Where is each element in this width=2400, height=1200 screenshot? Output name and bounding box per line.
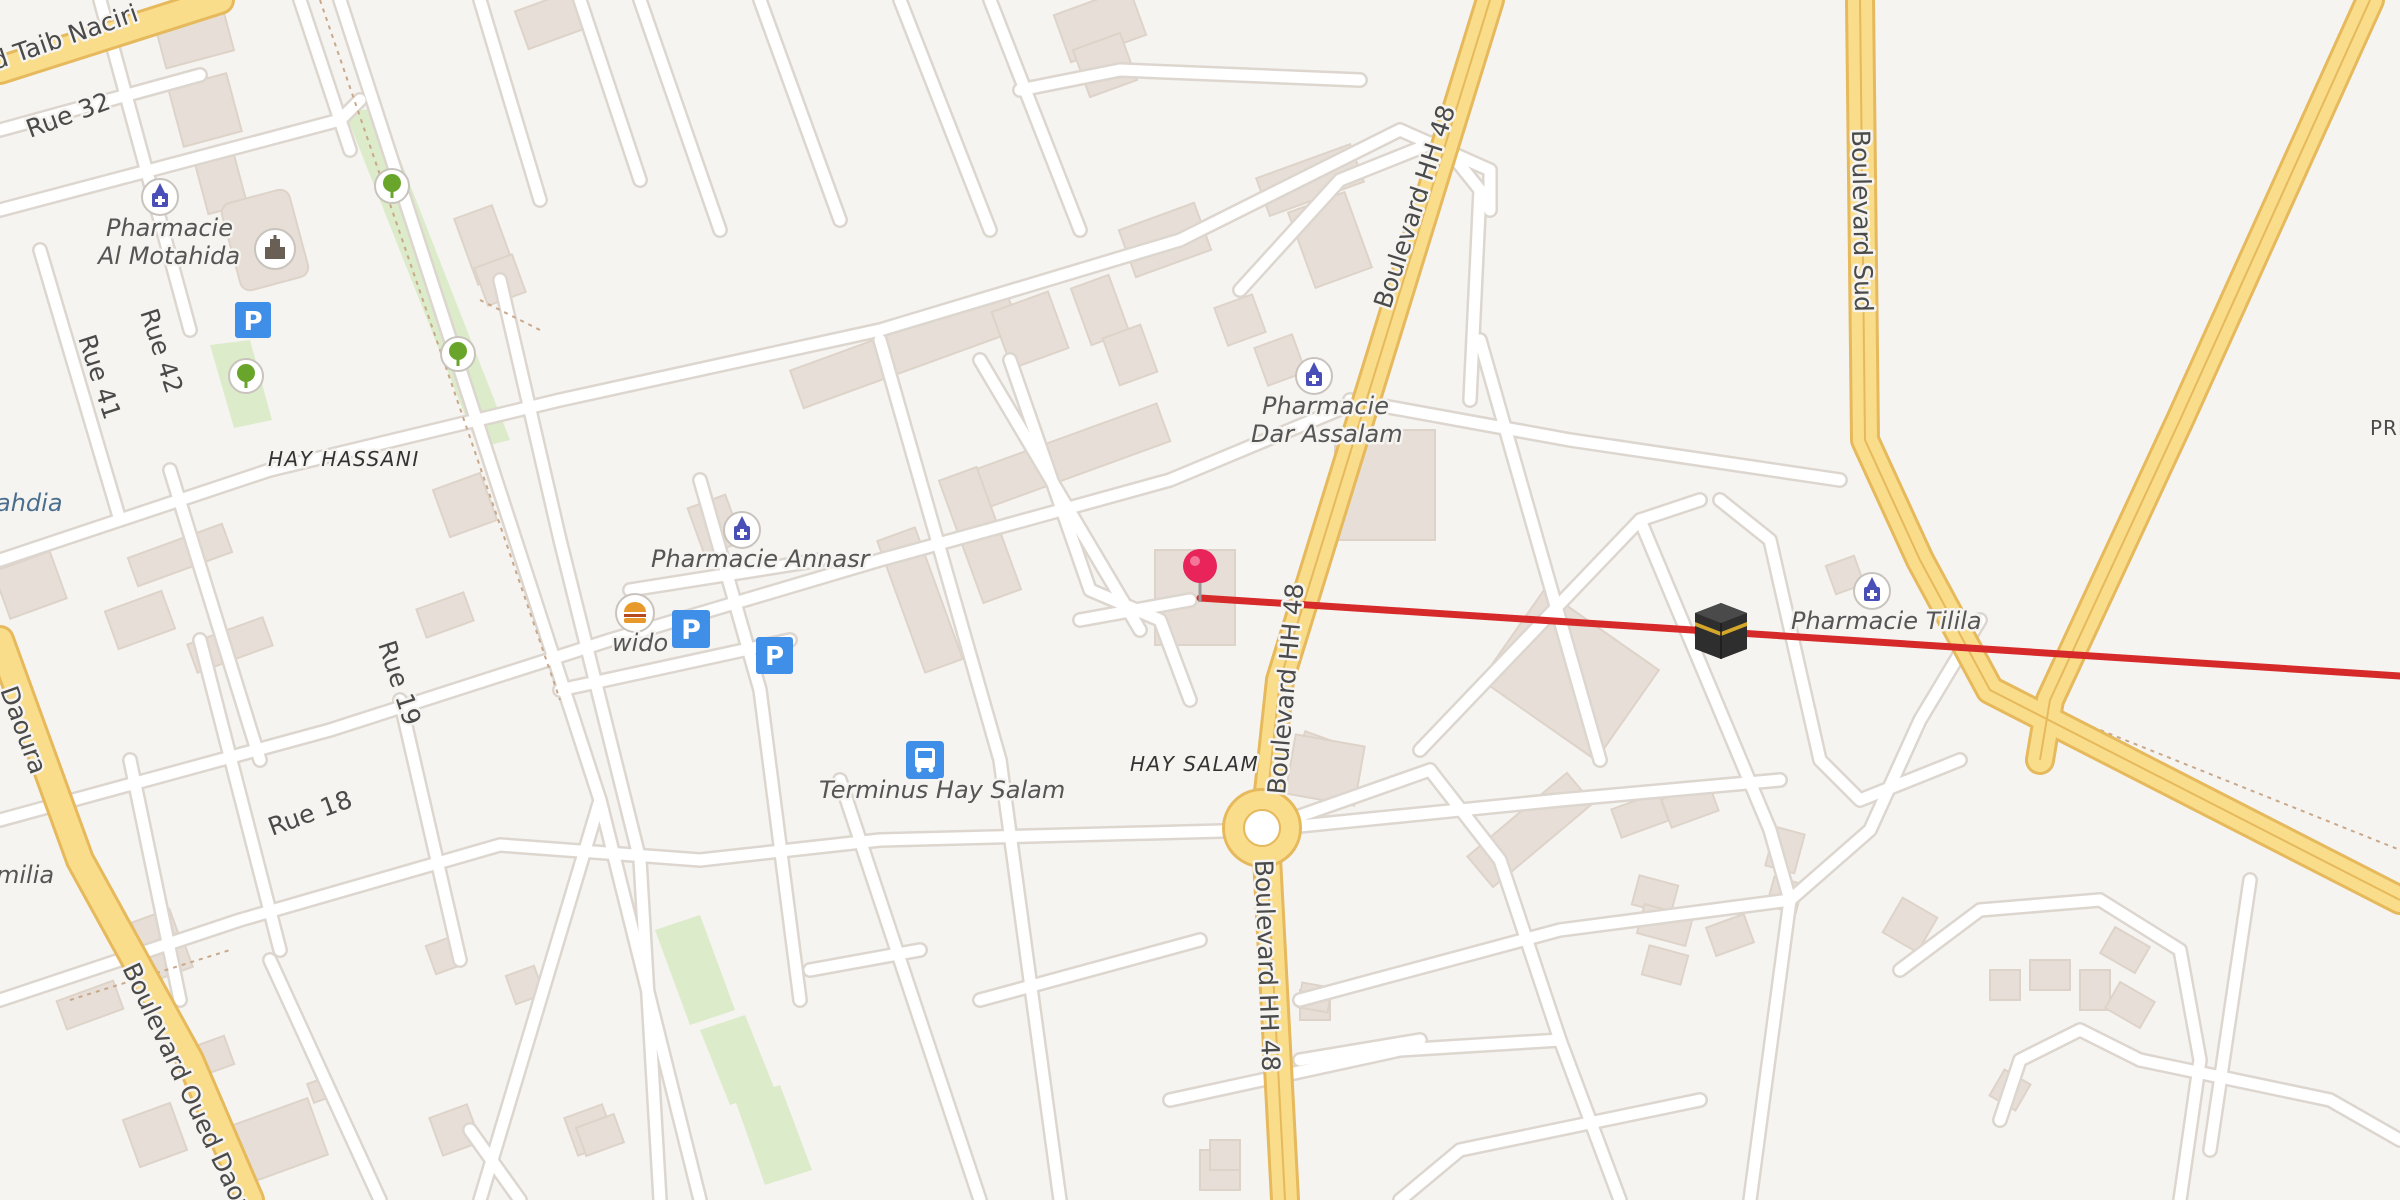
poi-label: Pharmacie Annasr [651,545,872,573]
poi-label: Al Motahida [96,242,240,270]
parking-icon[interactable]: P [672,610,710,648]
pharmacy-icon [1295,357,1333,395]
parking-letter: P [243,307,262,337]
poi-label: Dar Assalam [1251,420,1403,448]
tree-icon[interactable] [228,358,264,394]
poi-label: Pharmacie [106,214,233,242]
area-label-milia: milia [0,861,54,889]
street-label-boulevard-sud: Boulevard Sud [1846,130,1878,312]
poi-label: wido [612,629,668,657]
kaaba-icon[interactable] [1695,603,1747,659]
poi-label: Terminus Hay Salam [819,776,1065,804]
pharmacy-icon [141,178,179,216]
parking-letter: P [681,615,701,646]
tree-icon[interactable] [440,336,476,372]
poi-label: Pharmacie Tilila [1791,607,1982,635]
tree-icon[interactable] [374,168,410,204]
district-label-hay-hassani: HAY HASSANI [268,447,420,471]
district-label-hay-salam: HAY SALAM [1130,752,1259,776]
pharmacy-icon [723,511,761,549]
parking-letter: P [765,642,784,672]
parking-icon[interactable]: P [756,637,793,674]
pharmacy-icon [1853,572,1891,610]
parking-icon[interactable]: P [235,302,271,338]
fast-food-icon [615,593,655,633]
poi-label: Pharmacie [1262,392,1389,420]
roundabout [1222,788,1302,868]
bus-stop-icon [906,741,944,779]
area-label-ahdia: ahdia [0,489,63,517]
map-canvas[interactable]: d Taib Naciri Rue 32 Rue 42 Rue 41 Rue 1… [0,0,2400,1200]
area-label-pri: PRI [2370,416,2400,440]
place-of-worship-icon[interactable] [254,228,296,270]
